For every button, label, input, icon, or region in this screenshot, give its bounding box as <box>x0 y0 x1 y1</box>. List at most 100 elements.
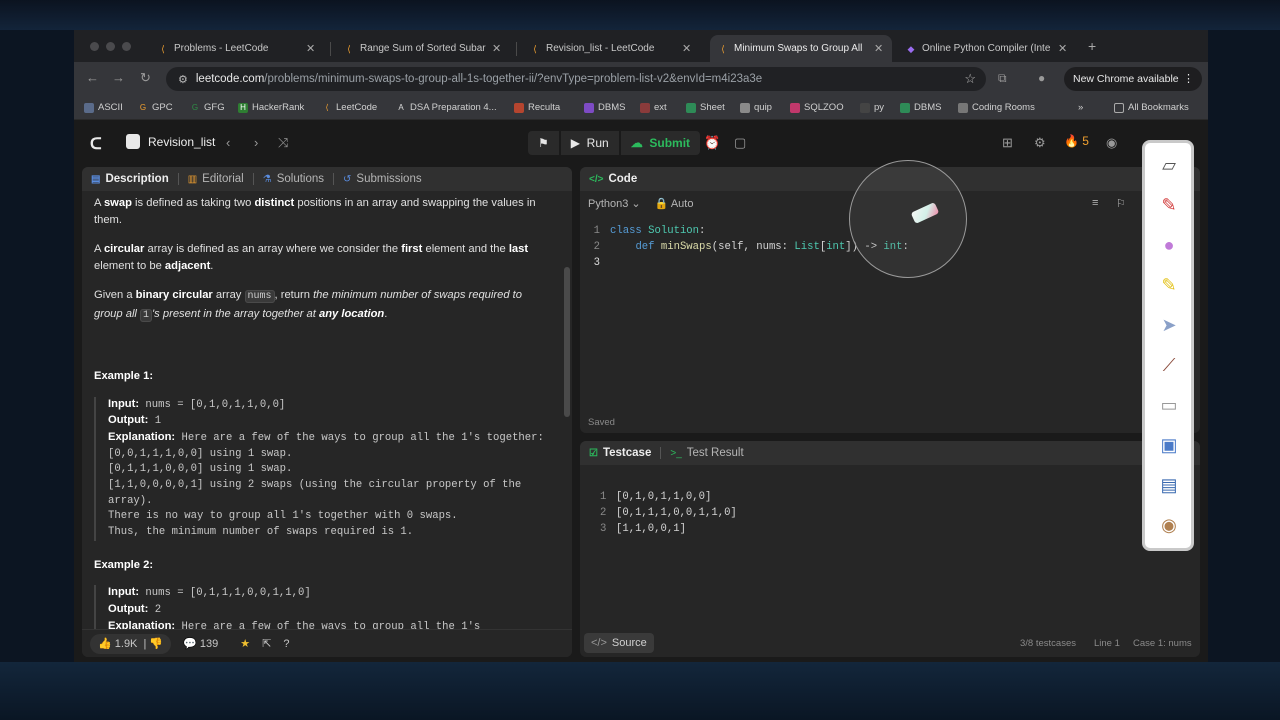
highlighter-icon[interactable]: ✎ <box>1157 273 1181 297</box>
chrome-update-button[interactable]: New Chrome available ⋮ <box>1064 67 1202 91</box>
bookmark-item[interactable]: H HackerRank <box>238 102 304 113</box>
address-bar[interactable]: ⚙ leetcode.com/problems/minimum-swaps-to… <box>166 67 986 91</box>
leetcode-logo-icon[interactable]: ᑕ <box>90 134 102 154</box>
tab-editorial[interactable]: ▥ Editorial <box>179 173 253 185</box>
tab-submissions[interactable]: ↺ Submissions <box>334 173 431 185</box>
desktop-left <box>0 30 74 662</box>
bookmark-item[interactable]: ASCII <box>84 102 123 113</box>
bookmark-item[interactable]: G GFG <box>190 102 225 113</box>
browser-tab[interactable]: ⟨ Revision_list - LeetCode ✕ <box>522 35 700 62</box>
tab-description[interactable]: ▤ Description <box>82 173 178 185</box>
forward-icon[interactable]: → <box>112 70 125 85</box>
testcase-editor[interactable]: 1 [0,1,0,1,1,0,0] 2 [0,1,1,1,0,0,1,1,0] 3[… <box>600 489 737 537</box>
eraser-tool-icon[interactable]: ● <box>1157 233 1181 257</box>
site-info-icon[interactable]: ⚙ <box>178 73 188 86</box>
bookmark-star-icon[interactable]: ☆ <box>964 71 976 87</box>
profile-icon[interactable]: ● <box>1038 71 1045 85</box>
keyboard-icon[interactable]: ▭ <box>1157 393 1181 417</box>
more-menu-icon[interactable]: ⋮ <box>1183 72 1194 85</box>
description-tabs: ▤ Description ▥ Editorial ⚗ Solutions ↺ Subm… <box>82 167 572 191</box>
testcase-line: 1 [0,1,0,1,1,0,0] <box>600 491 712 503</box>
bookmark-item[interactable]: DBMS <box>900 102 941 113</box>
shuffle-icon[interactable]: ⤨ <box>278 135 288 151</box>
timer-icon[interactable]: ⏰ <box>704 135 720 151</box>
code-icon: </> <box>591 637 607 649</box>
comments-button[interactable]: 💬 139 <box>183 637 218 650</box>
problem-list-button[interactable]: Revision_list <box>126 134 215 149</box>
new-tab-icon[interactable]: + <box>1088 38 1096 54</box>
more-bookmarks-icon[interactable]: » <box>1078 102 1083 113</box>
minimize-window-button[interactable] <box>106 42 115 51</box>
maximize-window-button[interactable] <box>122 42 131 51</box>
streak-counter[interactable]: 🔥 5 <box>1064 134 1089 148</box>
bookmark-item[interactable]: ⟨ LeetCode <box>322 102 377 113</box>
settings-icon[interactable]: ⚙ <box>1034 135 1046 151</box>
bookmark-item[interactable]: A DSA Preparation 4... <box>396 102 496 113</box>
whiteboard-icon[interactable]: ▱ <box>1157 153 1181 177</box>
browser-tab[interactable]: ⟨ Range Sum of Sorted Subarra ✕ <box>336 35 510 62</box>
browser-tab[interactable]: ◆ Online Python Compiler (Inte ✕ <box>898 35 1076 62</box>
like-button[interactable]: 👍 1.9K | 👎 <box>90 633 172 654</box>
line-indicator: Line 1 <box>1094 638 1120 649</box>
reload-icon[interactable]: ↻ <box>140 70 151 86</box>
bookmark-icon <box>514 102 524 113</box>
close-tab-icon[interactable]: ✕ <box>682 42 692 55</box>
bookmark-item[interactable]: SQLZOO <box>790 102 844 113</box>
bookmark-icon: H <box>238 102 248 113</box>
bookmark-item[interactable]: Sheet <box>686 102 725 113</box>
close-tab-icon[interactable]: ✕ <box>306 42 316 55</box>
bookmark-item[interactable]: DBMS <box>584 102 625 113</box>
bookmarks-bar: ASCII G GPC G GFG H HackerRank ⟨ LeetCode AD… <box>74 96 1208 120</box>
prev-problem-icon[interactable]: ‹ <box>226 135 230 150</box>
bookmark-item[interactable]: Reculta <box>514 102 560 113</box>
help-icon[interactable]: ? <box>283 638 289 650</box>
browser-tab-active[interactable]: ⟨ Minimum Swaps to Group All ✕ <box>710 35 892 62</box>
screen-icon[interactable]: ▣ <box>1157 433 1181 457</box>
bookmark-icon[interactable]: ⚐ <box>1116 197 1126 210</box>
bookmark-icon <box>860 102 870 113</box>
favorite-star-icon[interactable]: ★ <box>240 637 250 650</box>
tab-test-result[interactable]: >_ Test Result <box>661 447 752 459</box>
bookmark-item[interactable]: py <box>860 102 884 113</box>
submit-button[interactable]: ☁ Submit <box>620 131 701 155</box>
bookmark-item[interactable]: ext <box>640 102 667 113</box>
save-icon[interactable]: ▤ <box>1157 473 1181 497</box>
close-window-button[interactable] <box>90 42 99 51</box>
brush-icon[interactable]: ⟋ <box>1157 353 1181 377</box>
bookmark-item[interactable]: G GPC <box>138 102 173 113</box>
run-button[interactable]: ▶ Run <box>560 131 619 155</box>
next-problem-icon[interactable]: › <box>254 135 258 150</box>
bookmark-item[interactable]: quip <box>740 102 772 113</box>
bookmark-icon <box>584 102 594 113</box>
extensions-icon[interactable]: ⧉ <box>998 71 1007 86</box>
tab-solutions[interactable]: ⚗ Solutions <box>254 173 333 185</box>
compiler-icon: ◆ <box>907 43 915 54</box>
avatar[interactable]: ◉ <box>1106 135 1117 151</box>
tab-strip: ⟨ Problems - LeetCode ✕ ⟨ Range Sum of S… <box>74 30 1208 62</box>
auto-mode[interactable]: 🔒 Auto <box>655 197 694 210</box>
browser-tab[interactable]: ⟨ Problems - LeetCode ✕ <box>150 35 324 62</box>
example-1-block: Input: nums = [0,1,0,1,1,0,0] Output: 1 … <box>94 396 550 541</box>
all-bookmarks[interactable]: All Bookmarks <box>1114 102 1189 113</box>
bookmark-item[interactable]: Coding Rooms <box>958 102 1035 113</box>
problem-description: A swap is defined as taking two distinct… <box>94 195 550 647</box>
close-tab-icon[interactable]: ✕ <box>874 42 884 55</box>
language-select[interactable]: Python3 ⌄ <box>588 197 641 210</box>
pointer-icon[interactable]: ➤ <box>1157 313 1181 337</box>
close-tab-icon[interactable]: ✕ <box>1058 42 1068 55</box>
tab-testcase[interactable]: ☑ Testcase <box>580 447 660 459</box>
description-scrollbar[interactable] <box>564 267 570 417</box>
hide-toolbar-icon[interactable]: ◉ <box>1157 513 1181 537</box>
layout-icon[interactable]: ⊞ <box>1002 135 1013 151</box>
share-icon[interactable]: ⇱ <box>262 637 271 650</box>
pen-icon[interactable]: ✎ <box>1157 193 1181 217</box>
leetcode-icon: ⟨ <box>161 43 165 54</box>
back-icon[interactable]: ← <box>86 70 99 85</box>
format-icon[interactable]: ≡ <box>1092 197 1098 209</box>
debug-icon[interactable]: ⚑ <box>528 131 559 155</box>
close-tab-icon[interactable]: ✕ <box>492 42 502 55</box>
notes-icon[interactable]: ▢ <box>734 135 746 151</box>
tab-code[interactable]: </> Code <box>580 173 646 185</box>
source-button[interactable]: </> Source <box>584 633 654 653</box>
navigation-bar: ← → ↻ ⚙ leetcode.com/problems/minimum-sw… <box>74 62 1208 96</box>
